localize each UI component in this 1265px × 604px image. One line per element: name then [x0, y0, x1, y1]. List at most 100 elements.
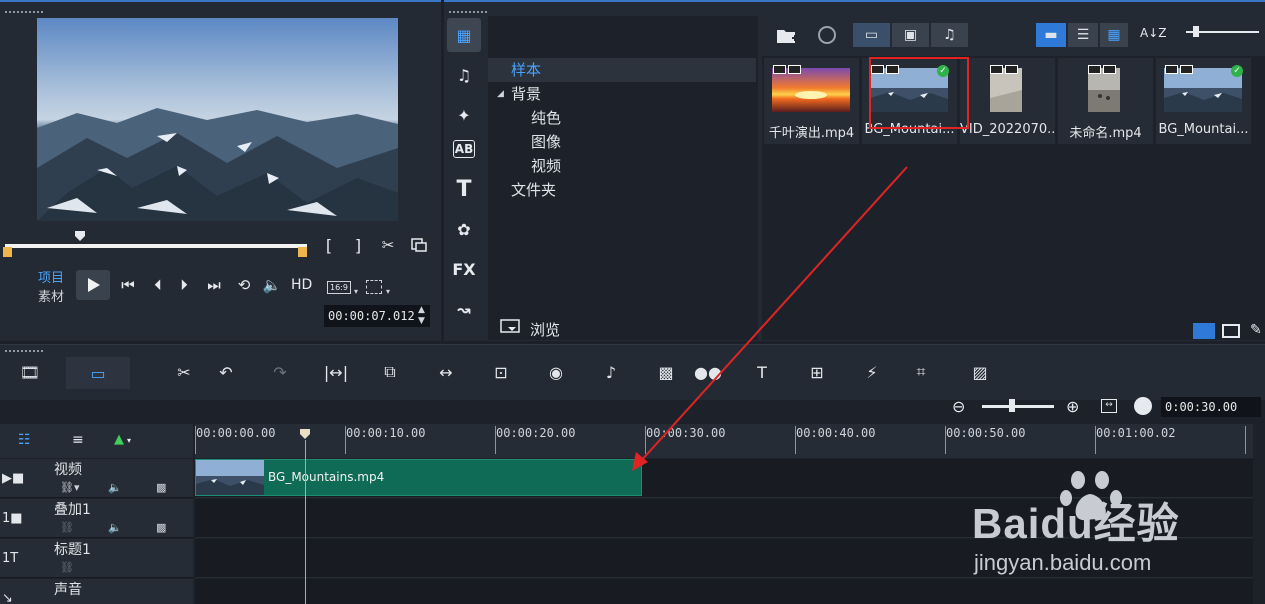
timecode-display[interactable]: 00:00:07.012 [324, 305, 430, 327]
tree-item-folder[interactable]: 文件夹 [511, 178, 556, 202]
title-tab-icon[interactable]: T [447, 172, 481, 206]
track-header-voice[interactable]: ↘ 声音 [0, 579, 193, 604]
filter-video-icon[interactable]: ▭ [853, 23, 890, 47]
view-list-icon[interactable]: ☰ [1068, 23, 1098, 47]
prev-frame-icon[interactable]: ⏴ [148, 276, 168, 294]
chevron-down-icon[interactable]: ▾ [354, 287, 358, 296]
link-icon[interactable]: ⛓ [60, 521, 74, 534]
undo-icon[interactable]: ↶ [212, 359, 240, 385]
subtitle-icon[interactable]: ▨ [966, 359, 994, 385]
resize-icon[interactable] [366, 280, 382, 294]
storyboard-view-icon[interactable]: 🎞 [16, 359, 44, 385]
tree-item-image[interactable]: 图像 [531, 130, 561, 154]
library-side-tabs: ▦ ♫ ✦ AB T ✿ FX ↝ [447, 18, 485, 338]
link-icon[interactable]: ⛓▾ [60, 481, 80, 494]
track-header-overlay[interactable]: 1■ 叠加1 ⛓ 🔈 ▩ [0, 499, 193, 538]
end-icon[interactable]: ⏭ [204, 276, 224, 294]
edit-icon[interactable]: ✎ [1250, 322, 1262, 338]
panel-grip[interactable] [448, 10, 488, 14]
browse-button[interactable]: 浏览 [530, 319, 560, 340]
record-screen-icon[interactable]: ⧉ [376, 359, 404, 385]
fit-project-icon[interactable]: |↔| [322, 359, 350, 385]
speaker-icon[interactable]: 🔈 [108, 521, 122, 534]
tools-icon[interactable]: ✂ [170, 359, 198, 385]
track-header-video[interactable]: ▶■ 视频 ⛓▾ 🔈 ▩ [0, 459, 193, 498]
chevron-down-icon[interactable]: ▾ [386, 287, 390, 296]
tree-item-color[interactable]: 纯色 [531, 106, 561, 130]
timecode-spinner-icon[interactable]: ▲ ▼ [418, 305, 425, 327]
browse-icon[interactable] [500, 319, 522, 335]
scrubber-handle[interactable] [74, 230, 86, 242]
timeline-view-icon[interactable]: ▭ [66, 357, 130, 389]
clock-icon[interactable] [1134, 397, 1152, 415]
library-thumbnail[interactable]: VID_2022070... [960, 58, 1055, 144]
link-icon[interactable]: ⛓ [60, 561, 74, 574]
library-view-split-icon[interactable] [1222, 324, 1240, 338]
zoom-in-icon[interactable]: ⊕ [1066, 397, 1079, 416]
expand-triangle-icon[interactable]: ◢ [497, 82, 504, 106]
library-thumbnail[interactable]: 千叶演出.mp4 [764, 58, 859, 144]
thumbnail-size-handle[interactable] [1193, 26, 1199, 37]
import-folder-icon[interactable] [776, 26, 798, 46]
redo-icon[interactable]: ↷ [266, 359, 294, 385]
ruler-label: 00:00:20.00 [496, 426, 576, 440]
ruler-label: 00:01:00.02 [1096, 426, 1176, 440]
zoom-out-icon[interactable]: ⊖ [952, 397, 965, 416]
color-grading-icon[interactable]: ◉ [542, 359, 570, 385]
media-tab-icon[interactable]: ▦ [447, 18, 481, 52]
hd-toggle[interactable]: HD [291, 277, 312, 293]
view-thumbnail-icon[interactable]: ▬ [1036, 23, 1066, 47]
track-name: 标题1 [54, 542, 91, 558]
filter-tab[interactable]: FX [447, 252, 481, 286]
timeline-clip[interactable]: BG_Mountains.mp4 [195, 459, 642, 496]
stabilize-icon[interactable]: ⊡ [487, 359, 515, 385]
playhead-handle[interactable] [299, 428, 311, 440]
zoom-slider[interactable] [982, 405, 1054, 408]
graphic-tab-icon[interactable]: ✿ [447, 212, 481, 246]
track-name: 叠加1 [54, 502, 91, 518]
instant-project-tab-icon[interactable]: ✦ [447, 98, 481, 132]
path-tab-icon[interactable]: ↝ [447, 292, 481, 326]
scissors-icon[interactable]: ✂ [378, 236, 398, 254]
play-button[interactable] [76, 270, 110, 300]
panel-grip[interactable] [4, 10, 44, 14]
checker-icon[interactable]: ▩ [156, 481, 166, 494]
project-duration: 0:00:30.00 [1161, 397, 1261, 417]
tree-item-background[interactable]: 背景 [511, 82, 541, 106]
audio-tab-icon[interactable]: ♫ [447, 58, 481, 92]
library-view-media-icon[interactable] [1193, 323, 1215, 339]
capture-icon[interactable] [818, 26, 836, 44]
track-header-title[interactable]: 1T 标题1 ⛓ [0, 539, 193, 578]
mark-out-button[interactable]: ] [351, 236, 365, 255]
filter-audio-icon[interactable]: ♫ [931, 23, 968, 47]
mark-in-button[interactable]: [ [322, 236, 336, 255]
transition-tab-icon[interactable]: AB [453, 140, 475, 158]
panel-grip[interactable] [4, 349, 44, 353]
fit-timeline-icon[interactable]: ↔ [1101, 399, 1117, 413]
volume-icon[interactable]: 🔈 [262, 276, 282, 294]
tree-item-sample[interactable]: 样本 [488, 58, 756, 82]
trim-bar[interactable] [5, 244, 307, 248]
filter-photo-icon[interactable]: ▣ [892, 23, 929, 47]
library-thumbnail[interactable]: 未命名.mp4 [1058, 58, 1153, 144]
sort-icon[interactable]: A↓Z [1140, 26, 1166, 40]
repeat-icon[interactable]: ⟲ [234, 276, 254, 294]
trim-start-marker[interactable] [3, 247, 12, 257]
save-trim-icon[interactable] [410, 237, 428, 253]
zoom-slider-handle[interactable] [1009, 399, 1015, 412]
clip-mode[interactable]: 素材 [38, 286, 64, 305]
aspect-ratio-button[interactable]: 16:9 [327, 281, 351, 294]
split-icon[interactable]: ↔ [432, 359, 460, 385]
checker-icon[interactable]: ▩ [156, 521, 166, 534]
clip-label: BG_Mountains.mp4 [268, 470, 385, 484]
view-grid-icon[interactable]: ▦ [1100, 23, 1128, 47]
voice-track-icon: ↘ [2, 591, 13, 604]
speaker-icon[interactable]: 🔈 [108, 481, 122, 494]
library-thumbnail[interactable]: ✓ BG_Mountai... [1156, 58, 1251, 144]
preview-video [37, 18, 398, 221]
home-icon[interactable]: ⏮ [118, 276, 138, 294]
next-frame-icon[interactable]: ⏵ [174, 276, 194, 294]
tree-item-video[interactable]: 视频 [531, 154, 561, 178]
trim-end-marker[interactable] [298, 247, 307, 257]
project-mode[interactable]: 项目 [38, 267, 64, 286]
